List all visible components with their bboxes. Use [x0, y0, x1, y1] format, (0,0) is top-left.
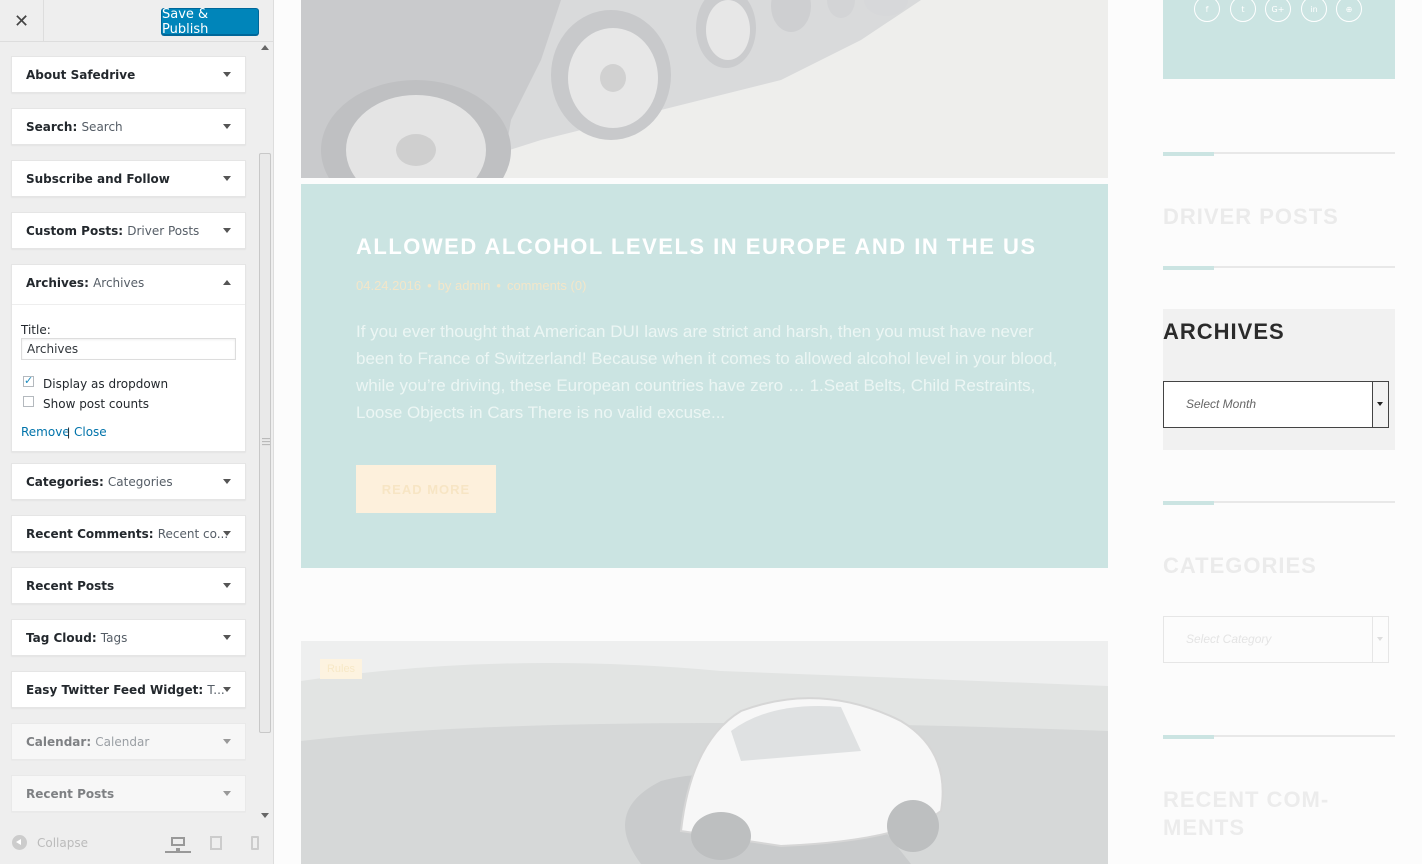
collapse-label: Collapse	[37, 835, 88, 850]
chevron-down-icon[interactable]	[223, 124, 231, 129]
desktop-preview-icon[interactable]	[165, 833, 191, 853]
widget-title: Archives: Archives	[26, 276, 145, 290]
show-post-counts-checkbox[interactable]	[23, 396, 34, 407]
section-divider	[1163, 501, 1395, 505]
archives-month-select[interactable]: Select Month	[1163, 381, 1389, 428]
post-comments[interactable]: comments (0)	[507, 278, 586, 293]
widget-easy-twitter-feed[interactable]: Easy Twitter Feed Widget: T...	[11, 671, 246, 708]
widget-title: Custom Posts: Driver Posts	[26, 224, 200, 238]
driver-posts-heading: DRIVER POSTS	[1163, 204, 1339, 229]
customizer-footer: Collapse	[0, 821, 273, 864]
show-post-counts-label[interactable]: Show post counts	[43, 397, 149, 411]
widget-tag-cloud[interactable]: Tag Cloud: Tags	[11, 619, 246, 656]
section-divider	[1163, 266, 1395, 270]
save-publish-button[interactable]: Save & Publish	[161, 7, 259, 37]
recent-comments-heading: RECENT COM-MENTS	[1163, 787, 1330, 840]
google-plus-icon[interactable]: G+	[1265, 0, 1291, 22]
widget-recent-comments[interactable]: Recent Comments: Recent co...	[11, 515, 246, 552]
widget-custom-posts[interactable]: Custom Posts: Driver Posts	[11, 212, 246, 249]
chevron-down-icon[interactable]	[223, 739, 231, 744]
chevron-down-icon[interactable]	[223, 687, 231, 692]
category-badge[interactable]: Rules	[320, 659, 362, 679]
widget-title: Search: Search	[26, 120, 123, 134]
select-category-placeholder: Select Category	[1186, 632, 1272, 646]
widget-subscribe-follow[interactable]: Subscribe and Follow	[11, 160, 246, 197]
post-title[interactable]: ALLOWED ALCOHOL LEVELS IN EUROPE AND IN …	[356, 234, 1037, 260]
widget-title: About Safedrive	[26, 68, 136, 82]
widget-title: Categories: Categories	[26, 475, 173, 489]
title-input[interactable]: Archives	[21, 338, 236, 360]
post-featured-image-cars	[301, 0, 1108, 178]
chevron-down-icon[interactable]	[223, 479, 231, 484]
post-meta: 04.24.2016 • by admin • comments (0)	[356, 278, 587, 293]
section-divider	[1163, 152, 1395, 156]
close-icon[interactable]: ✕	[0, 0, 44, 42]
categories-select[interactable]: Select Category	[1163, 616, 1389, 663]
customizer-app: ✕ Save & Publish About Safedrive Search:…	[0, 0, 1422, 864]
widget-title: Calendar: Calendar	[26, 735, 150, 749]
scroll-down-icon[interactable]	[261, 813, 269, 818]
social-follow-box: f t G+ in ⊕	[1163, 0, 1395, 79]
widget-list-scrollbar[interactable]: — — —	[258, 43, 273, 821]
title-label: Title:	[21, 323, 51, 337]
archives-heading: ARCHIVES	[1163, 319, 1285, 344]
post-excerpt: If you ever thought that American DUI la…	[356, 322, 1058, 422]
read-more-button[interactable]: READ MORE	[356, 465, 496, 513]
chevron-down-icon[interactable]	[223, 635, 231, 640]
section-divider	[1163, 735, 1395, 739]
display-dropdown-label[interactable]: Display as dropdown	[43, 377, 168, 391]
linkedin-icon[interactable]: in	[1301, 0, 1327, 22]
dribbble-icon[interactable]: ⊕	[1336, 0, 1362, 22]
scroll-up-icon[interactable]	[261, 45, 269, 50]
archives-widget-form: Title: Archives Display as dropdown Show…	[12, 304, 245, 451]
collapse-button[interactable]: Collapse	[12, 835, 88, 850]
widget-archives[interactable]: Archives: Archives Title: Archives Displ…	[11, 264, 246, 452]
widget-title: Recent Posts	[26, 579, 115, 593]
widget-recent-posts-2[interactable]: Recent Posts	[11, 775, 246, 812]
site-preview: ALLOWED ALCOHOL LEVELS IN EUROPE AND IN …	[274, 0, 1422, 864]
chevron-down-icon[interactable]	[223, 72, 231, 77]
dropdown-arrow-icon[interactable]	[1372, 382, 1388, 427]
tablet-preview-icon[interactable]	[207, 833, 225, 853]
chevron-down-icon[interactable]	[223, 228, 231, 233]
customizer-header: ✕ Save & Publish	[0, 0, 273, 42]
chevron-down-icon[interactable]	[223, 583, 231, 588]
widget-title: Subscribe and Follow	[26, 172, 170, 186]
archives-widget-preview: ARCHIVES Select Month	[1163, 309, 1395, 450]
remove-link[interactable]: Remove	[21, 425, 70, 439]
categories-heading: CATEGORIES	[1163, 553, 1317, 578]
facebook-icon[interactable]: f	[1194, 0, 1220, 22]
post-date: 04.24.2016	[356, 278, 422, 293]
customizer-panel: ✕ Save & Publish About Safedrive Search:…	[0, 0, 274, 864]
display-dropdown-checkbox[interactable]	[23, 374, 34, 387]
widget-title: Tag Cloud: Tags	[26, 631, 128, 645]
widget-search[interactable]: Search: Search	[11, 108, 246, 145]
link-separator: |	[67, 425, 71, 439]
chevron-up-icon[interactable]	[223, 280, 231, 285]
mobile-preview-icon[interactable]	[247, 833, 263, 853]
chevron-down-icon[interactable]	[223, 176, 231, 181]
post-featured-image-car-road: Rules	[301, 641, 1108, 864]
select-month-placeholder: Select Month	[1186, 397, 1257, 411]
post-author[interactable]: by admin	[438, 278, 491, 293]
widget-calendar[interactable]: Calendar: Calendar	[11, 723, 246, 760]
scrollbar-thumb[interactable]: — — —	[259, 153, 271, 733]
collapse-arrow-icon	[12, 835, 27, 850]
close-link[interactable]: Close	[74, 425, 107, 439]
twitter-icon[interactable]: t	[1230, 0, 1256, 22]
dropdown-arrow-icon[interactable]	[1372, 617, 1388, 662]
widget-about-safedrive[interactable]: About Safedrive	[11, 56, 246, 93]
grip-icon: — — —	[262, 434, 270, 449]
widget-title: Easy Twitter Feed Widget: T...	[26, 683, 225, 697]
widget-title: Recent Posts	[26, 787, 115, 801]
widget-recent-posts[interactable]: Recent Posts	[11, 567, 246, 604]
widget-categories[interactable]: Categories: Categories	[11, 463, 246, 500]
chevron-down-icon[interactable]	[223, 531, 231, 536]
widget-title: Recent Comments: Recent co...	[26, 527, 229, 541]
post-card: ALLOWED ALCOHOL LEVELS IN EUROPE AND IN …	[301, 184, 1108, 568]
chevron-down-icon[interactable]	[223, 791, 231, 796]
widget-list: About Safedrive Search: Search Subscribe…	[0, 43, 258, 821]
